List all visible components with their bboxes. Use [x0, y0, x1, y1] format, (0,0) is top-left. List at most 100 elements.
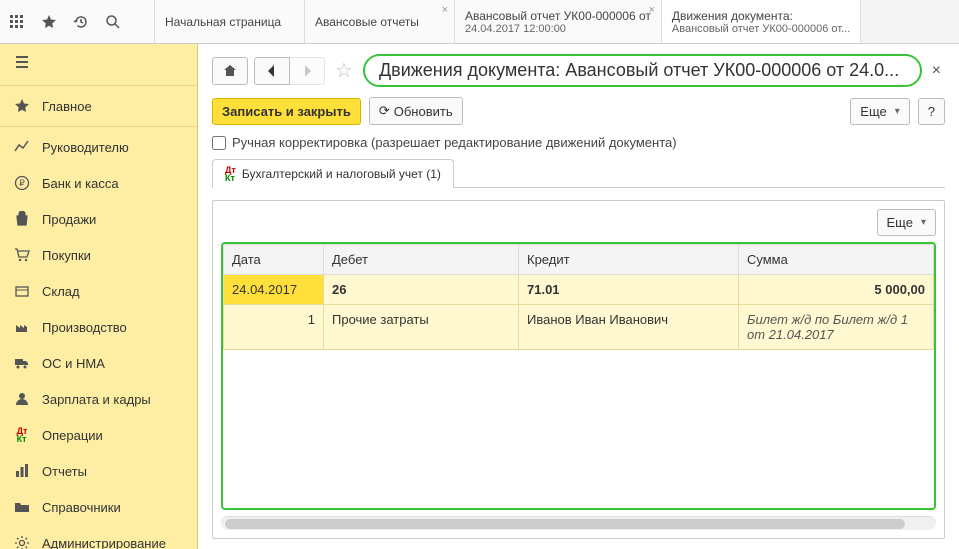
sidebar-item-label: Главное — [42, 99, 92, 114]
nav-buttons — [254, 57, 325, 85]
grid-highlight: Дата Дебет Кредит Сумма 24.04.2017 26 71… — [221, 242, 936, 510]
sidebar-item-bank[interactable]: ₽ Банк и касса — [0, 165, 197, 201]
sidebar-item-production[interactable]: Производство — [0, 309, 197, 345]
page-header: ☆ Движения документа: Авансовый отчет УК… — [212, 54, 945, 87]
content-area: ☆ Движения документа: Авансовый отчет УК… — [198, 44, 959, 549]
more-button[interactable]: Еще — [850, 98, 909, 125]
cell-credit-desc: Иванов Иван Иванович — [519, 305, 739, 350]
sidebar-item-label: Покупки — [42, 248, 91, 263]
tab-accounting[interactable]: ДтКт Бухгалтерский и налоговый учет (1) — [212, 159, 454, 188]
page-title: Движения документа: Авансовый отчет УК00… — [363, 54, 922, 87]
sidebar-toggle[interactable] — [0, 44, 197, 83]
sidebar-item-label: Продажи — [42, 212, 96, 227]
truck-icon — [14, 355, 30, 371]
table-row[interactable]: 1 Прочие затраты Иванов Иван Иванович Би… — [224, 305, 934, 350]
tab-sublabel: Авансовый отчет УК00-000006 от... — [672, 23, 850, 35]
sidebar-item-assets[interactable]: ОС и НМА — [0, 345, 197, 381]
box-icon — [14, 283, 30, 299]
search-icon[interactable] — [104, 13, 122, 31]
save-close-button[interactable]: Записать и закрыть — [212, 98, 361, 125]
tab-movements[interactable]: Движения документа: Авансовый отчет УК00… — [662, 0, 861, 43]
sidebar-item-label: Операции — [42, 428, 103, 443]
history-icon[interactable] — [72, 13, 90, 31]
sidebar-item-admin[interactable]: Администрирование — [0, 525, 197, 549]
tab-reports[interactable]: Авансовые отчеты × — [305, 0, 455, 43]
sidebar: Главное Руководителю ₽ Банк и касса Прод… — [0, 44, 198, 549]
table-row[interactable]: 24.04.2017 26 71.01 5 000,00 — [224, 275, 934, 305]
manual-edit-label: Ручная корректировка (разрешает редактир… — [232, 135, 677, 150]
tab-label: Движения документа: — [672, 9, 850, 23]
back-button[interactable] — [254, 57, 290, 85]
sidebar-item-label: Администрирование — [42, 536, 166, 549]
tab-label: Начальная страница — [165, 15, 294, 29]
system-icons — [0, 0, 155, 43]
bag-icon — [14, 211, 30, 227]
dtkt-icon: ДтКт — [14, 427, 30, 443]
cell-debit-desc: Прочие затраты — [324, 305, 519, 350]
ruble-icon: ₽ — [14, 175, 30, 191]
sidebar-item-label: Производство — [42, 320, 127, 335]
dtkt-icon: ДтКт — [225, 166, 236, 182]
col-date[interactable]: Дата — [224, 245, 324, 275]
tab-label: Авансовые отчеты — [315, 15, 444, 29]
sidebar-item-sales[interactable]: Продажи — [0, 201, 197, 237]
table-more-button[interactable]: Еще — [877, 209, 936, 236]
tabs-bar: Начальная страница Авансовые отчеты × Ав… — [155, 0, 959, 43]
cell-sum: 5 000,00 — [739, 275, 934, 305]
cart-icon — [14, 247, 30, 263]
top-toolbar: Начальная страница Авансовые отчеты × Ав… — [0, 0, 959, 44]
horizontal-scrollbar[interactable] — [221, 516, 936, 530]
help-button[interactable]: ? — [918, 98, 945, 125]
svg-text:₽: ₽ — [19, 178, 25, 188]
bars-icon — [14, 463, 30, 479]
star-icon — [14, 98, 30, 114]
tab-report-doc[interactable]: Авансовый отчет УК00-000006 от 24.04.201… — [455, 0, 662, 43]
forward-button[interactable] — [290, 57, 325, 85]
manual-edit-checkbox[interactable] — [212, 136, 226, 150]
col-sum[interactable]: Сумма — [739, 245, 934, 275]
sidebar-item-main[interactable]: Главное — [0, 88, 197, 124]
factory-icon — [14, 319, 30, 335]
scrollbar-thumb[interactable] — [225, 519, 905, 529]
favorite-icon[interactable]: ☆ — [331, 58, 357, 83]
cell-debit: 26 — [324, 275, 519, 305]
col-credit[interactable]: Кредит — [519, 245, 739, 275]
sidebar-item-label: Справочники — [42, 500, 121, 515]
gear-icon — [14, 535, 30, 549]
sidebar-item-hr[interactable]: Зарплата и кадры — [0, 381, 197, 417]
cell-date: 24.04.2017 — [224, 275, 324, 305]
refresh-button[interactable]: ⟳Обновить — [369, 97, 463, 125]
cell-credit: 71.01 — [519, 275, 739, 305]
sidebar-item-warehouse[interactable]: Склад — [0, 273, 197, 309]
refresh-icon: ⟳ — [379, 103, 390, 119]
inner-tabs: ДтКт Бухгалтерский и налоговый учет (1) — [212, 158, 945, 188]
star-icon[interactable] — [40, 13, 58, 31]
command-bar: Записать и закрыть ⟳Обновить Еще ? — [212, 97, 945, 125]
sidebar-item-manager[interactable]: Руководителю — [0, 129, 197, 165]
tab-sublabel: 24.04.2017 12:00:00 — [465, 23, 651, 35]
apps-icon[interactable] — [8, 13, 26, 31]
close-icon[interactable]: × — [928, 62, 945, 80]
close-icon[interactable]: × — [442, 4, 448, 16]
folder-icon — [14, 499, 30, 515]
cell-note: Билет ж/д по Билет ж/д 1 от 21.04.2017 — [739, 305, 934, 350]
sidebar-item-operations[interactable]: ДтКт Операции — [0, 417, 197, 453]
home-button[interactable] — [212, 57, 248, 85]
table-toolbar: Еще — [221, 209, 936, 236]
movements-table: Дата Дебет Кредит Сумма 24.04.2017 26 71… — [223, 244, 934, 350]
chart-icon — [14, 139, 30, 155]
close-icon[interactable]: × — [648, 4, 654, 16]
sidebar-item-catalogs[interactable]: Справочники — [0, 489, 197, 525]
sidebar-item-label: Зарплата и кадры — [42, 392, 151, 407]
sidebar-item-label: Банк и касса — [42, 176, 119, 191]
sidebar-item-reports[interactable]: Отчеты — [0, 453, 197, 489]
sidebar-item-label: Отчеты — [42, 464, 87, 479]
table-header-row: Дата Дебет Кредит Сумма — [224, 245, 934, 275]
person-icon — [14, 391, 30, 407]
manual-edit-checkbox-row[interactable]: Ручная корректировка (разрешает редактир… — [212, 135, 945, 150]
col-debit[interactable]: Дебет — [324, 245, 519, 275]
sidebar-item-purchases[interactable]: Покупки — [0, 237, 197, 273]
tab-label: Бухгалтерский и налоговый учет (1) — [242, 167, 441, 181]
tab-home[interactable]: Начальная страница — [155, 0, 305, 43]
tab-label: Авансовый отчет УК00-000006 от — [465, 9, 651, 23]
